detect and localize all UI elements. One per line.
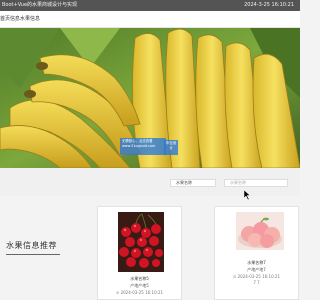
fruit-date-text: 2024-03-25 16:10:21	[120, 290, 164, 295]
search-bar: 水果名称 水果名称	[0, 168, 300, 196]
cherries-image	[118, 212, 164, 272]
nav-bar: 首页信息 水果信息	[0, 11, 300, 28]
section-underline	[6, 254, 60, 255]
fruit-card[interactable]: 水果名称7 产地产地7 ⊙ 2024-03-25 16:10:21 7 7	[214, 206, 299, 300]
clock-icon: ⊙	[232, 274, 237, 279]
app-title: Boot+Vue的水果商城设计与实现	[2, 2, 78, 8]
search-input[interactable]: 水果名称	[224, 179, 288, 187]
section-title: 水果信息推荐	[6, 241, 57, 250]
fruit-origin: 产地产地5	[130, 283, 149, 288]
watermark-badge: 无需核心，点击查看 www.51ogonid.com	[120, 138, 166, 155]
nav-home[interactable]: 首页信息	[0, 11, 20, 27]
peaches-image	[236, 212, 284, 250]
fruit-stats: 7 7	[253, 280, 260, 285]
fruit-name: 水果名称5	[130, 276, 149, 281]
search-category-select[interactable]: 水果名称	[170, 179, 216, 187]
fruit-date: ⊙ 2024-03-25 16:10:21	[215, 274, 298, 279]
fruit-date: ⊙ 2024-03-25 16:10:21	[98, 290, 181, 295]
fruit-date-text: 2024-03-25 16:10:21	[237, 274, 281, 279]
nav-item-fruit-info[interactable]: 水果信息	[20, 11, 40, 27]
fruit-origin: 产地产地7	[247, 267, 266, 272]
fruit-thumbnail[interactable]	[236, 212, 284, 250]
datetime: 2024-3-25 16:10:21	[244, 2, 294, 8]
title-bar: Boot+Vue的水果商城设计与实现 2024-3-25 16:10:21	[0, 0, 300, 11]
clock-icon: ⊙	[115, 290, 120, 295]
graduation-design-badge: 毕业设计	[164, 140, 178, 155]
fruit-thumbnail[interactable]	[118, 212, 164, 272]
nav-separator	[15, 16, 16, 22]
fruit-card[interactable]: 水果名称5 产地产地5 ⊙ 2024-03-25 16:10:21	[97, 206, 182, 300]
mouse-cursor-icon	[244, 190, 251, 200]
watermark-text: 无需核心，点击查看	[122, 139, 153, 143]
watermark-url: www.51ogonid.com	[122, 144, 156, 148]
fruit-name: 水果名称7	[247, 260, 266, 265]
